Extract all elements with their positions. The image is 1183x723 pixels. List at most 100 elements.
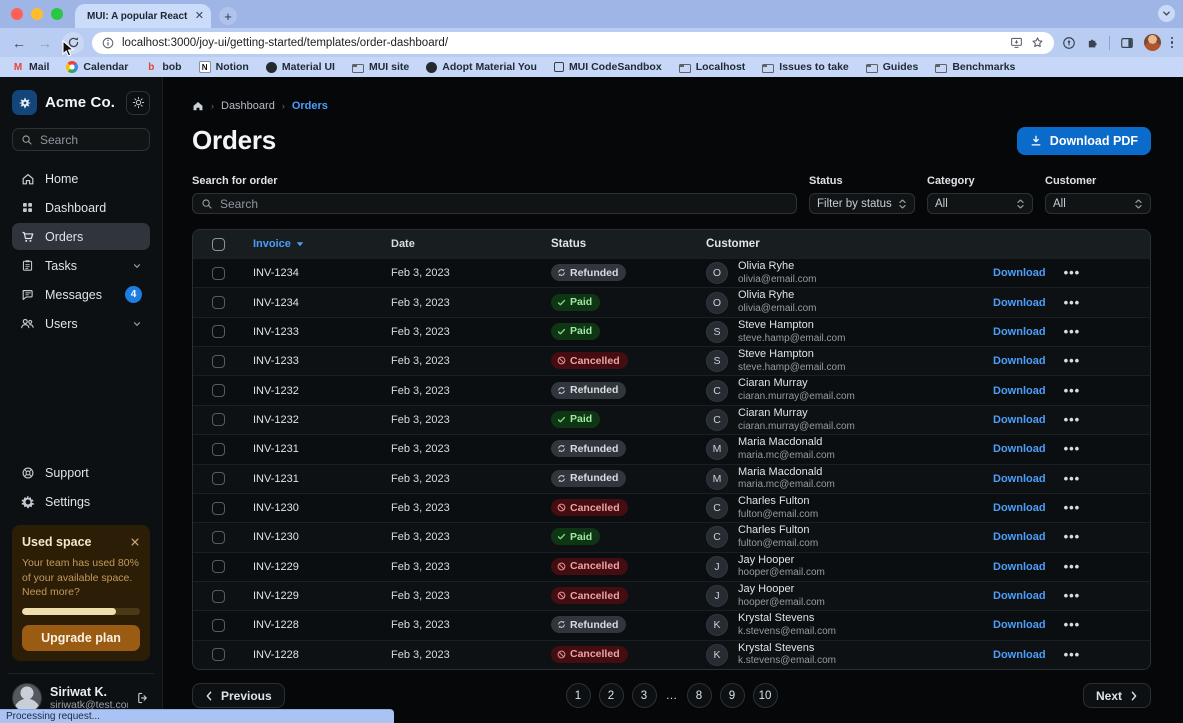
password-key-icon[interactable] (1062, 36, 1076, 50)
row-download-link[interactable]: Download (993, 473, 1046, 485)
bookmark-item[interactable]: Localhost (679, 61, 746, 73)
row-download-link[interactable]: Download (993, 297, 1046, 309)
sidebar-search-input[interactable] (40, 133, 140, 147)
new-tab-button[interactable]: + (219, 7, 237, 25)
side-panel-icon[interactable] (1120, 36, 1134, 50)
profile-avatar[interactable] (1144, 34, 1161, 51)
url-text[interactable]: localhost:3000/joy-ui/getting-started/te… (122, 37, 1002, 49)
bookmark-icon (426, 62, 437, 73)
browser-menu-icon[interactable] (1171, 37, 1174, 49)
column-header-invoice[interactable]: Invoice (243, 238, 379, 250)
row-download-link[interactable]: Download (993, 414, 1046, 426)
bookmark-item[interactable]: Issues to take (762, 61, 848, 73)
column-header-date[interactable]: Date (379, 238, 539, 250)
row-download-link[interactable]: Download (993, 502, 1046, 514)
upgrade-plan-button[interactable]: Upgrade plan (22, 625, 140, 651)
bookmark-item[interactable]: M Mail (12, 61, 49, 73)
row-checkbox[interactable] (212, 472, 225, 485)
order-search-input[interactable] (220, 197, 788, 211)
bookmark-item[interactable]: MUI CodeSandbox (554, 61, 662, 73)
sidebar-item-users[interactable]: Users (12, 310, 150, 337)
invoice-id: INV-1234 (243, 267, 379, 279)
back-button[interactable]: ← (10, 35, 28, 51)
page-number-button[interactable]: 3 (632, 683, 657, 708)
row-checkbox[interactable] (212, 560, 225, 573)
page-number-button[interactable]: 2 (599, 683, 624, 708)
breadcrumb-dashboard[interactable]: Dashboard (221, 100, 275, 112)
browser-tab[interactable]: MUI: A popular React UI fram ✕ (75, 4, 211, 28)
select-all-checkbox[interactable] (212, 238, 225, 251)
bookmark-item[interactable]: Guides (866, 61, 919, 73)
sidebar-item-home[interactable]: Home (12, 165, 150, 192)
row-download-link[interactable]: Download (993, 531, 1046, 543)
sidebar-item-dashboard[interactable]: Dashboard (12, 194, 150, 221)
table-row: INV-1231 Feb 3, 2023 Refunded M Maria Ma… (193, 434, 1150, 463)
install-icon[interactable] (1010, 36, 1023, 49)
row-checkbox[interactable] (212, 531, 225, 544)
zoom-window-button[interactable] (51, 8, 63, 20)
bookmark-item[interactable]: Material UI (266, 61, 335, 73)
bookmark-item[interactable]: N Notion (199, 61, 249, 73)
page-number-button[interactable]: 8 (687, 683, 712, 708)
customer-email: k.stevens@email.com (738, 655, 836, 668)
category-filter-select[interactable]: All (927, 193, 1033, 214)
row-checkbox[interactable] (212, 648, 225, 661)
column-header-customer[interactable]: Customer (706, 238, 993, 250)
row-checkbox[interactable] (212, 619, 225, 632)
row-checkbox[interactable] (212, 502, 225, 515)
page-number-button[interactable]: 1 (566, 683, 591, 708)
row-download-link[interactable]: Download (993, 619, 1046, 631)
download-pdf-button[interactable]: Download PDF (1017, 127, 1151, 155)
sidebar-item-messages[interactable]: Messages 4 (12, 281, 150, 308)
sidebar-item-tasks[interactable]: Tasks (12, 252, 150, 279)
bookmark-item[interactable]: b bob (145, 61, 181, 73)
column-header-status[interactable]: Status (539, 238, 706, 250)
row-checkbox[interactable] (212, 590, 225, 603)
next-page-button[interactable]: Next (1083, 683, 1151, 708)
gear-icon (20, 495, 35, 509)
status-filter-select[interactable]: Filter by status (809, 193, 915, 214)
window-controls-chevron-icon[interactable] (1158, 5, 1175, 22)
row-download-link[interactable]: Download (993, 267, 1046, 279)
bookmark-item[interactable]: Benchmarks (935, 61, 1015, 73)
tab-close-icon[interactable]: ✕ (195, 11, 204, 22)
bookmark-item[interactable]: MUI site (352, 61, 409, 73)
row-checkbox[interactable] (212, 355, 225, 368)
address-bar[interactable]: localhost:3000/joy-ui/getting-started/te… (92, 32, 1054, 54)
row-checkbox[interactable] (212, 267, 225, 280)
home-icon[interactable] (192, 100, 204, 112)
bookmark-item[interactable]: Adopt Material You (426, 61, 537, 73)
sidebar-item-settings[interactable]: Settings (12, 488, 150, 515)
theme-toggle-button[interactable] (126, 91, 150, 115)
close-icon[interactable] (130, 537, 140, 547)
page-number-button[interactable]: 9 (720, 683, 745, 708)
bookmark-icon (352, 64, 364, 73)
order-search-field[interactable] (192, 193, 797, 214)
close-window-button[interactable] (11, 8, 23, 20)
row-download-link[interactable]: Download (993, 326, 1046, 338)
extensions-puzzle-icon[interactable] (1086, 36, 1099, 49)
sidebar-item-orders[interactable]: Orders (12, 223, 150, 250)
sidebar-item-support[interactable]: Support (12, 459, 150, 486)
bookmark-star-icon[interactable] (1031, 36, 1044, 49)
row-checkbox[interactable] (212, 384, 225, 397)
page-number-button[interactable]: 10 (753, 683, 778, 708)
row-checkbox[interactable] (212, 296, 225, 309)
row-checkbox[interactable] (212, 443, 225, 456)
minimize-window-button[interactable] (31, 8, 43, 20)
row-checkbox[interactable] (212, 325, 225, 338)
row-download-link[interactable]: Download (993, 355, 1046, 367)
row-download-link[interactable]: Download (993, 649, 1046, 661)
row-download-link[interactable]: Download (993, 443, 1046, 455)
logout-icon[interactable] (136, 691, 150, 705)
previous-page-button[interactable]: Previous (192, 683, 285, 708)
row-checkbox[interactable] (212, 413, 225, 426)
sidebar-search[interactable] (12, 128, 150, 151)
row-download-link[interactable]: Download (993, 385, 1046, 397)
row-download-link[interactable]: Download (993, 590, 1046, 602)
page-number-button[interactable]: … (665, 683, 679, 708)
customer-filter-select[interactable]: All (1045, 193, 1151, 214)
site-info-icon[interactable] (102, 37, 114, 49)
row-download-link[interactable]: Download (993, 561, 1046, 573)
bookmark-item[interactable]: Calendar (66, 61, 128, 73)
